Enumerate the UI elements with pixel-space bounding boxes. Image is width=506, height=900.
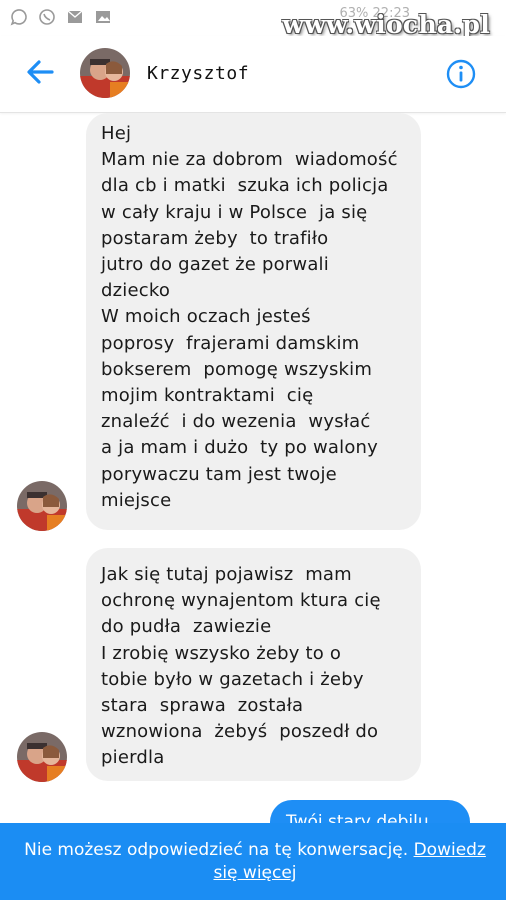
contact-avatar[interactable]	[80, 48, 130, 98]
status-bar: 63% 22:23 www.wiocha.pl	[0, 0, 506, 39]
cannot-reply-notice: Nie możesz odpowiedzieć na tę konwersacj…	[20, 839, 490, 885]
incoming-message[interactable]: Jak się tutaj pojawisz mam ochronę wynaj…	[86, 548, 421, 781]
mail-icon	[66, 8, 84, 31]
sender-avatar[interactable]	[17, 481, 67, 531]
conversation-header: Krzysztof	[0, 36, 506, 113]
gallery-icon	[94, 8, 112, 31]
sender-avatar[interactable]	[17, 732, 67, 782]
cannot-reply-banner: Nie możesz odpowiedzieć na tę konwersacj…	[0, 823, 506, 900]
watermark: www.wiocha.pl	[282, 10, 490, 39]
signal-icon	[10, 8, 28, 31]
whatsapp-icon	[38, 8, 56, 31]
contact-name[interactable]: Krzysztof	[147, 63, 249, 84]
status-icons	[10, 8, 112, 31]
notice-text: Nie możesz odpowiedzieć na tę konwersacj…	[24, 840, 409, 860]
arrow-left-icon[interactable]	[22, 54, 58, 90]
incoming-message[interactable]: Hej Mam nie za dobrom wiadomość dla cb i…	[86, 113, 421, 530]
info-icon[interactable]	[445, 58, 477, 90]
